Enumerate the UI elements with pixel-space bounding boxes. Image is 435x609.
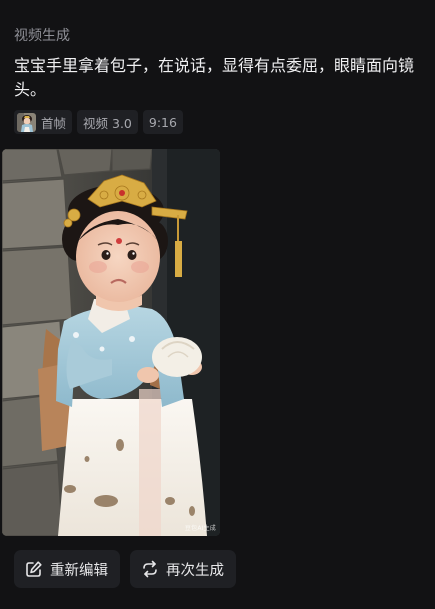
regenerate-label: 再次生成	[166, 562, 224, 579]
video-frame-image	[2, 149, 220, 536]
action-bar: 重新编辑 再次生成	[14, 550, 236, 588]
regenerate-button[interactable]: 再次生成	[130, 550, 236, 588]
first-frame-chip[interactable]: 首帧	[14, 110, 73, 134]
ai-watermark: 豆包AI生成	[184, 525, 216, 532]
prompt-text: 宝宝手里拿着包子，在说话，显得有点委屈，眼睛面向镜头。	[14, 56, 415, 99]
generation-meta: 首帧 视频 3.0 9:16	[14, 110, 183, 134]
refresh-icon	[140, 559, 160, 579]
re-edit-button[interactable]: 重新编辑	[14, 550, 120, 588]
aspect-ratio-chip: 9:16	[142, 110, 183, 134]
first-frame-thumbnail	[17, 112, 36, 132]
edit-icon	[24, 559, 44, 579]
video-generation-panel: 视频生成 宝宝手里拿着包子，在说话，显得有点委屈，眼睛面向镜头。 首帧 视频 3…	[0, 0, 435, 609]
first-frame-label: 首帧	[41, 115, 67, 131]
section-title: 视频生成	[14, 28, 70, 44]
model-chip: 视频 3.0	[77, 110, 138, 134]
re-edit-label: 重新编辑	[50, 562, 108, 579]
generated-video[interactable]: 豆包AI生成	[2, 149, 220, 536]
